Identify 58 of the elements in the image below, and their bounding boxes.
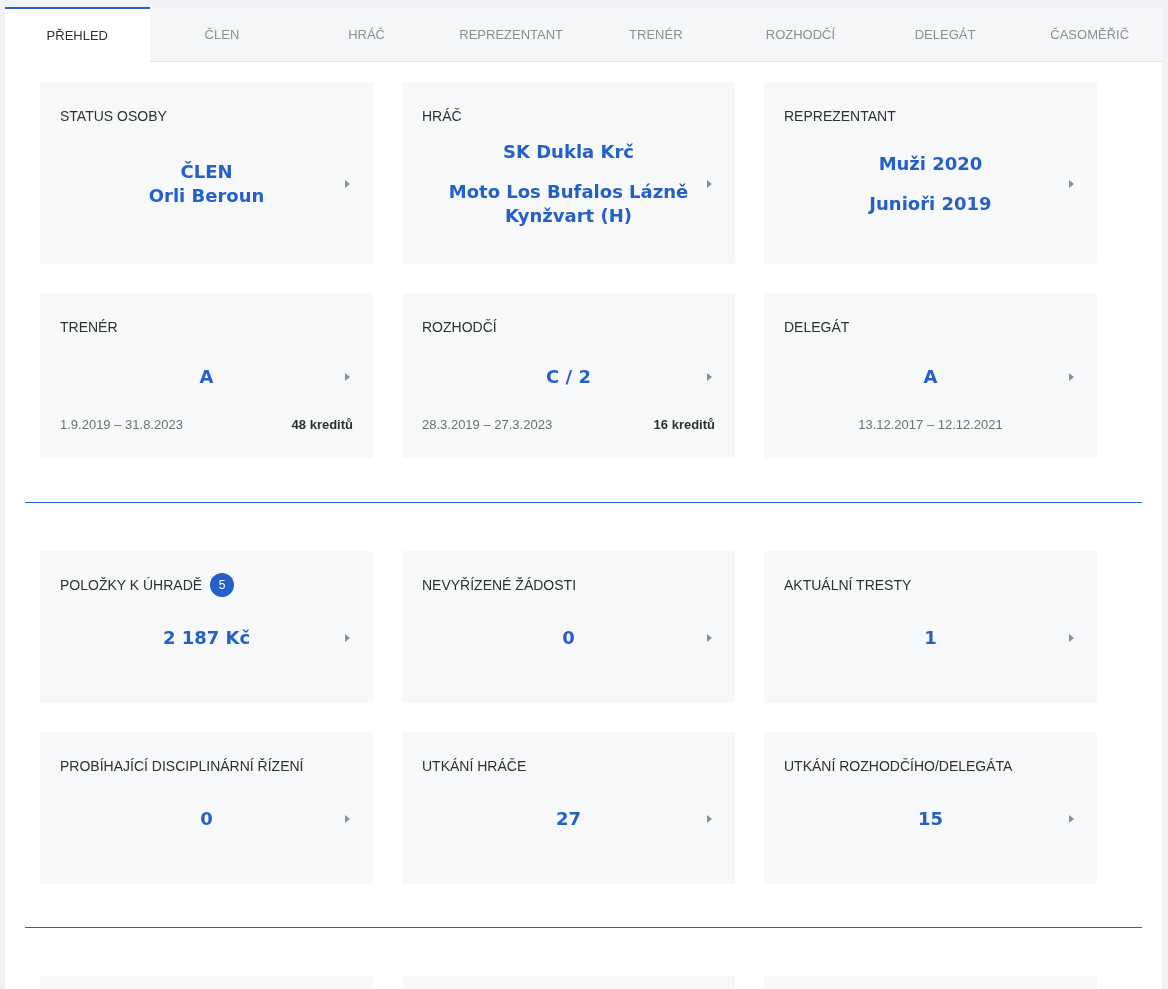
caret-right-icon: [707, 634, 712, 642]
tab[interactable]: PŘEHLED: [5, 7, 150, 62]
caret-right-icon: [707, 372, 712, 381]
card-value: Muži 2020: [878, 152, 983, 176]
card-title: UTKÁNÍ ROZHODČÍHO/DELEGÁTA: [784, 756, 1013, 776]
info-card[interactable]: DELEGÁT A 13.12.2017 – 12.12.2021: [764, 293, 1097, 458]
card-title: REPREZENTANT: [784, 106, 896, 126]
info-card[interactable]: UTKÁNÍ ROZHODČÍHO/DELEGÁTA 15: [764, 732, 1097, 884]
caret-right-icon: [345, 634, 350, 642]
validity-dates: 13.12.2017 – 12.12.2021: [858, 415, 1003, 434]
card-value: Junioři 2019: [869, 192, 992, 216]
card-title: NEVYŘÍZENÉ ŽÁDOSTI: [422, 575, 577, 595]
info-card[interactable]: ROZHODČÍ C / 2 28.3.2019 – 27.3.2023 16 kreditů: [402, 293, 735, 458]
credits-count: 48 kreditů: [291, 415, 353, 434]
card-value: A: [199, 364, 214, 389]
card-title: UTKÁNÍ HRÁČE: [422, 756, 527, 776]
card-title: ROZHODČÍ: [422, 317, 497, 337]
validity-dates: 1.9.2019 – 31.8.2023: [60, 415, 183, 434]
card-value: Moto Los Bufalos Lázně Kynžvart (H): [447, 180, 690, 228]
info-card[interactable]: HRÁČ SK Dukla Krč Moto Los Bufalos Lázně Kynžvart (H): [402, 82, 735, 264]
card-value: ČLEN: [180, 160, 233, 184]
card-value: 2 187 Kč: [162, 626, 251, 650]
card-value: C / 2: [546, 364, 591, 389]
card-value: 27: [555, 807, 582, 831]
info-card[interactable]: TRENÉR A 1.9.2019 – 31.8.2023 48 kreditů: [40, 293, 373, 458]
card-title: TRENÉR: [60, 317, 118, 337]
caret-right-icon: [707, 815, 712, 823]
credits-count: 16 kreditů: [653, 415, 715, 434]
caret-right-icon: [707, 180, 712, 188]
card-value: SK Dukla Krč: [503, 140, 634, 164]
card-value: 0: [200, 807, 213, 831]
caret-right-icon: [345, 180, 350, 188]
card-value: 1: [924, 626, 937, 650]
info-card[interactable]: AKTUÁLNÍ TRESTY 1: [764, 551, 1097, 703]
card-value: 0: [562, 626, 575, 650]
validity-dates: 28.3.2019 – 27.3.2023: [422, 415, 553, 434]
info-card[interactable]: POLOŽKY K ÚHRADĚ 5 2 187 Kč: [40, 551, 373, 703]
caret-right-icon: [1069, 372, 1074, 381]
card-value: 15: [917, 807, 944, 831]
info-card[interactable]: NEVYŘÍZENÉ ŽÁDOSTI 0: [402, 551, 735, 703]
card-title: STATUS OSOBY: [60, 106, 167, 126]
caret-right-icon: [1069, 634, 1074, 642]
info-card[interactable]: REPREZENTANT Muži 2020 Junioři 2019: [764, 82, 1097, 264]
card-title: AKTUÁLNÍ TRESTY: [784, 575, 912, 595]
caret-right-icon: [1069, 815, 1074, 823]
count-badge: 5: [210, 573, 235, 597]
card-title: DELEGÁT: [784, 317, 850, 337]
caret-right-icon: [345, 815, 350, 823]
card-value: A: [923, 364, 938, 389]
caret-right-icon: [1069, 180, 1074, 188]
card-title: PROBÍHAJÍCÍ DISCIPLINÁRNÍ ŘÍZENÍ: [60, 756, 304, 776]
info-card[interactable]: STATUS OSOBY ČLEN Orli Beroun: [40, 82, 373, 264]
info-card[interactable]: UTKÁNÍ HRÁČE 27: [402, 732, 735, 884]
card-title: POLOŽKY K ÚHRADĚ: [60, 575, 203, 595]
card-title: HRÁČ: [422, 106, 462, 126]
caret-right-icon: [345, 372, 350, 381]
info-card[interactable]: PROBÍHAJÍCÍ DISCIPLINÁRNÍ ŘÍZENÍ 0: [40, 732, 373, 884]
card-value: Orli Beroun: [148, 184, 265, 208]
